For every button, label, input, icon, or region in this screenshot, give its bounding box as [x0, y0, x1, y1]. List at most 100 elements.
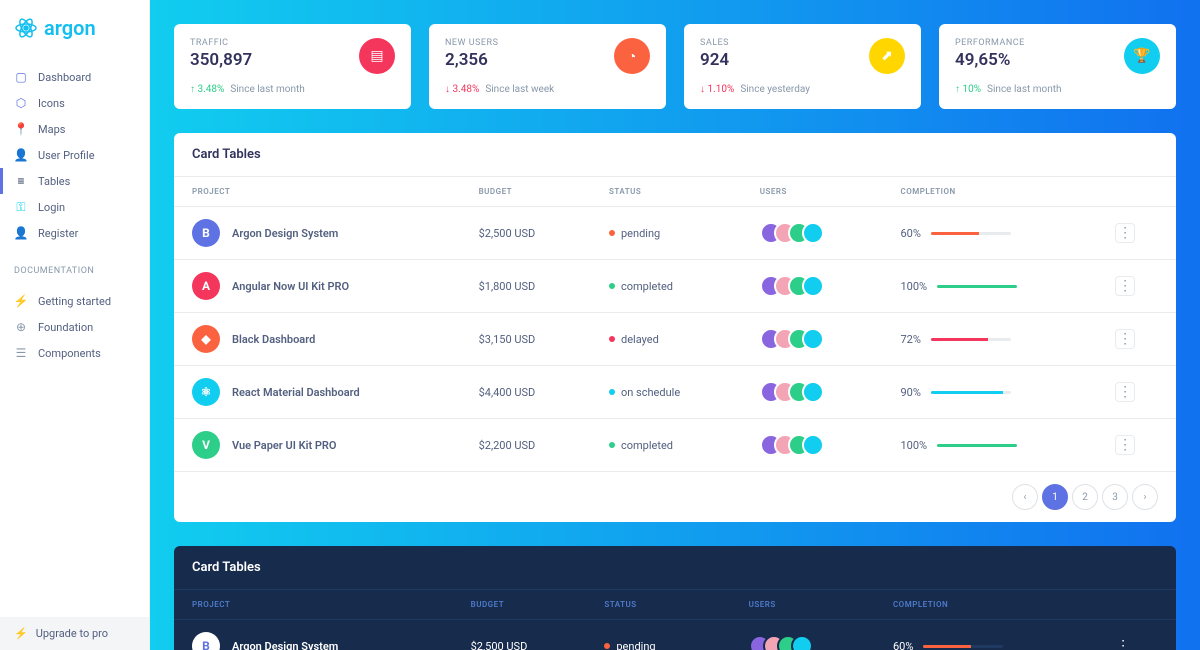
avatar	[802, 275, 824, 297]
project-icon: A	[192, 272, 220, 300]
row-menu-button[interactable]: ⋮	[1113, 636, 1133, 650]
row-menu-button[interactable]: ⋮	[1115, 276, 1135, 296]
col-budget: BUDGET	[453, 590, 587, 620]
project-icon: ◆	[192, 325, 220, 353]
status-dot	[609, 442, 615, 448]
table-row: BArgon Design System $2,500 USD pending …	[174, 207, 1176, 260]
page-button[interactable]: ‹	[1012, 484, 1038, 510]
nav-icon: ▢	[14, 70, 28, 84]
status-dot	[609, 389, 615, 395]
sidebar-item-label: Dashboard	[38, 71, 91, 84]
card-title: Card Tables	[174, 546, 1176, 589]
budget-cell: $3,150 USD	[461, 313, 591, 366]
stat-icon: 🏆	[1124, 38, 1160, 74]
stat-card-sales: SALES 924 ⬈ ↓ 1.10% Since yesterday	[684, 24, 921, 109]
table-row: ⚛React Material Dashboard $4,400 USD on …	[174, 366, 1176, 419]
status-text: completed	[621, 439, 673, 452]
stat-since: Since last month	[230, 84, 304, 95]
completion-pct: 90%	[900, 386, 920, 399]
sidebar-item-label: Login	[38, 201, 65, 214]
page-button[interactable]: 2	[1072, 484, 1098, 510]
stat-value: 924	[700, 50, 729, 70]
sidebar-item-label: Icons	[38, 97, 65, 110]
sidebar-item-dashboard[interactable]: ▢ Dashboard	[0, 64, 149, 90]
sidebar-item-label: User Profile	[38, 149, 95, 162]
progress-bar	[931, 391, 1011, 394]
budget-cell: $4,400 USD	[461, 366, 591, 419]
card-tables-dark: Card Tables PROJECT BUDGET STATUS USERS …	[174, 546, 1176, 650]
stat-value: 2,356	[445, 50, 498, 70]
table-row: VVue Paper UI Kit PRO $2,200 USD complet…	[174, 419, 1176, 472]
user-avatars[interactable]	[749, 635, 857, 650]
arrow-down-icon: ↓ 3.48%	[445, 84, 479, 95]
sidebar-item-label: Tables	[38, 175, 70, 188]
user-avatars[interactable]	[760, 222, 865, 244]
card-title: Card Tables	[174, 133, 1176, 176]
upgrade-button[interactable]: ⚡ Upgrade to pro	[0, 617, 149, 650]
upgrade-label: Upgrade to pro	[36, 627, 108, 640]
nav-icon: ≡	[14, 174, 28, 188]
avatar	[802, 381, 824, 403]
status-text: pending	[621, 227, 660, 240]
doc-heading: DOCUMENTATION	[0, 254, 149, 280]
avatar	[802, 222, 824, 244]
page-button[interactable]: 1	[1042, 484, 1068, 510]
doc-item-label: Getting started	[38, 295, 111, 308]
sidebar-item-tables[interactable]: ≡ Tables	[0, 168, 149, 194]
progress-bar	[923, 645, 1003, 648]
user-avatars[interactable]	[760, 328, 865, 350]
user-avatars[interactable]	[760, 381, 865, 403]
col-users: USERS	[742, 177, 883, 207]
brand-logo[interactable]: argon	[0, 0, 149, 56]
stat-label: NEW USERS	[445, 38, 498, 48]
arrow-up-icon: ↑ 3.48%	[190, 84, 224, 95]
project-name: Angular Now UI Kit PRO	[232, 280, 349, 293]
row-menu-button[interactable]: ⋮	[1115, 223, 1135, 243]
project-icon: ⚛	[192, 378, 220, 406]
doc-item-foundation[interactable]: ⊕Foundation	[0, 314, 149, 340]
col-project: PROJECT	[174, 590, 453, 620]
doc-item-getting-started[interactable]: ⚡ Getting started	[0, 288, 149, 314]
sidebar: argon ▢ Dashboard ⬡Icons📍Maps 👤 User Profile…	[0, 0, 150, 650]
page-button[interactable]: ›	[1132, 484, 1158, 510]
sidebar-item-register[interactable]: 👤Register	[0, 220, 149, 246]
doc-item-components[interactable]: ☰Components	[0, 340, 149, 366]
atom-icon	[14, 16, 38, 40]
completion-pct: 100%	[900, 439, 927, 452]
sidebar-item-user-profile[interactable]: 👤 User Profile	[0, 142, 149, 168]
row-menu-button[interactable]: ⋮	[1115, 329, 1135, 349]
project-name: Argon Design System	[232, 640, 338, 650]
stat-value: 49,65%	[955, 50, 1025, 70]
brand-text: argon	[44, 16, 96, 40]
sidebar-item-login[interactable]: ⚿ Login	[0, 194, 149, 220]
sidebar-item-label: Maps	[38, 123, 65, 136]
stat-since: Since yesterday	[740, 84, 810, 95]
stat-label: TRAFFIC	[190, 38, 252, 48]
arrow-up-icon: ↑ 10%	[955, 84, 981, 95]
stat-since: Since last week	[485, 84, 554, 95]
nav-icon: 👤	[14, 148, 28, 162]
sidebar-item-icons[interactable]: ⬡Icons	[0, 90, 149, 116]
doc-item-label: Components	[38, 347, 101, 360]
arrow-down-icon: ↓ 1.10%	[700, 84, 734, 95]
stat-icon: ◔	[614, 38, 650, 74]
col-users: USERS	[731, 590, 875, 620]
project-icon: V	[192, 431, 220, 459]
nav-icon: 👤	[14, 226, 28, 240]
user-avatars[interactable]	[760, 275, 865, 297]
sidebar-item-maps[interactable]: 📍Maps	[0, 116, 149, 142]
progress-bar	[931, 338, 1011, 341]
col-completion: COMPLETION	[875, 590, 1095, 620]
progress-bar	[937, 285, 1017, 288]
project-icon: B	[192, 219, 220, 247]
doc-icon: ⚡	[14, 294, 28, 308]
budget-cell: $2,500 USD	[453, 620, 587, 650]
row-menu-button[interactable]: ⋮	[1115, 435, 1135, 455]
stat-label: SALES	[700, 38, 729, 48]
status-text: pending	[616, 640, 655, 650]
completion-pct: 60%	[893, 640, 913, 650]
nav-icon: ⚿	[14, 200, 28, 214]
user-avatars[interactable]	[760, 434, 865, 456]
page-button[interactable]: 3	[1102, 484, 1128, 510]
row-menu-button[interactable]: ⋮	[1115, 382, 1135, 402]
